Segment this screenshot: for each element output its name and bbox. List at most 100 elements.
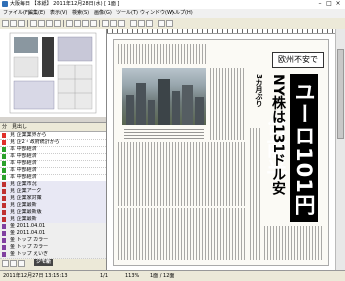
list-item-label: 見 企2・政府統計から (10, 139, 60, 145)
list-item-label: 見 企業市況 (10, 181, 37, 187)
status-zoom: 113% (125, 273, 140, 279)
page-viewer[interactable]: 欧州不安で ユーロ101円台前半 NY株は131ドル安 3カ月ぶり (107, 29, 335, 270)
list-next-icon[interactable] (10, 260, 17, 267)
list-icon[interactable] (166, 20, 173, 27)
list-item-label: 見 企業最新 (10, 216, 37, 222)
list-item-label: 見 企業最新 (10, 202, 37, 208)
category-marker-icon (2, 224, 6, 229)
article-text-lead (250, 128, 260, 260)
grid-icon[interactable] (158, 20, 165, 27)
close-button[interactable]: × (334, 1, 342, 7)
fit-page-icon[interactable] (82, 20, 89, 27)
status-bar: 2011年12月27日 13:15:13 1/1 113% 1面 / 12面 (0, 270, 345, 281)
article-text-tail (264, 226, 322, 260)
vertical-scrollbar[interactable] (335, 29, 345, 270)
menu-view[interactable]: 表示(V) (50, 10, 67, 17)
zoom-in-icon[interactable] (66, 20, 73, 27)
list-item-label: 見 企業業界から (10, 132, 47, 138)
open-icon[interactable] (2, 20, 9, 27)
list-item-label: 本 中部経済 (10, 153, 37, 159)
list-prev-icon[interactable] (2, 260, 9, 267)
article-text-top (118, 44, 206, 64)
category-marker-icon (2, 203, 6, 208)
list-item-label: 金 2011.04.01 (10, 230, 46, 236)
photo-building (158, 79, 170, 125)
ruler (107, 29, 335, 34)
small-headline: 3カ月ぶり (255, 74, 263, 107)
search-icon[interactable] (118, 20, 125, 27)
list-header: 分 見出し (0, 123, 106, 132)
list-item-label: 本 中部経済 (10, 167, 37, 173)
minimize-button[interactable]: – (316, 1, 324, 7)
print-icon[interactable] (18, 20, 25, 27)
menu-image[interactable]: 画像(G) (94, 10, 112, 17)
menu-tools[interactable]: ツール(T) (116, 10, 138, 17)
clip-icon[interactable] (110, 20, 117, 27)
last-page-icon[interactable] (54, 20, 61, 27)
status-timestamp: 2011年12月27日 13:15:13 (3, 273, 68, 279)
back-icon[interactable] (30, 20, 37, 27)
list-item-label: 金 トップ カラー (10, 237, 49, 243)
list-item-label: 本 中部経済 (10, 146, 37, 152)
article-text-right (210, 68, 246, 140)
category-marker-icon (2, 175, 6, 180)
category-marker-icon (2, 231, 6, 236)
category-marker-icon (2, 154, 6, 159)
photo-caption (124, 127, 204, 139)
list-item-label: 本 中部経済 (10, 174, 37, 180)
category-marker-icon (2, 133, 6, 138)
forward-icon[interactable] (38, 20, 45, 27)
toolbar-separator (63, 20, 64, 27)
status-count: 1/1 (100, 273, 109, 279)
photo-building (136, 83, 146, 125)
menu-help[interactable]: ヘルプ(H) (170, 10, 193, 17)
toolbar-separator (27, 20, 28, 27)
header-category[interactable]: 分 (2, 124, 7, 130)
toolbar-separator (99, 20, 100, 27)
page-layout-diagram (9, 32, 97, 114)
category-marker-icon (2, 168, 6, 173)
menu-file[interactable]: ファイル(F) (3, 10, 30, 17)
list-item[interactable]: 金 トップ えいぎ (0, 251, 106, 259)
zoom-out-icon[interactable] (74, 20, 81, 27)
maximize-button[interactable]: □ (325, 1, 333, 7)
list-settings-icon[interactable] (18, 260, 25, 267)
category-marker-icon (2, 189, 6, 194)
list-item-label: 金 トップ えいぎ (10, 251, 49, 257)
first-page-icon[interactable] (46, 20, 53, 27)
header-headline[interactable]: 見出し (12, 124, 27, 130)
rotate-icon[interactable] (130, 20, 137, 27)
list-item-label: 見 企業アーク (10, 188, 42, 194)
list-item-label: 金 2011.04.01 (10, 223, 46, 229)
save-icon[interactable] (10, 20, 17, 27)
category-marker-icon (2, 210, 6, 215)
category-marker-icon (2, 245, 6, 250)
category-marker-icon (2, 147, 6, 152)
menu-edit[interactable]: 編集(E) (28, 10, 45, 17)
main-headline: ユーロ101円台前半 (264, 74, 318, 222)
article-text-bottom (118, 208, 246, 260)
hand-icon[interactable] (146, 20, 153, 27)
newspaper-page[interactable]: 欧州不安で ユーロ101円台前半 NY株は131ドル安 3カ月ぶり (113, 39, 329, 266)
fit-width-icon[interactable] (90, 20, 97, 27)
category-marker-icon (2, 182, 6, 187)
article-text-middle (118, 142, 246, 206)
menu-window[interactable]: ウィンドウ(W) (140, 10, 174, 17)
category-marker-icon (2, 161, 6, 166)
publisher-logo: ジモ新 (34, 258, 54, 266)
copy-icon[interactable] (102, 20, 109, 27)
category-marker-icon (2, 217, 6, 222)
category-marker-icon (2, 140, 6, 145)
menu-search[interactable]: 検索(S) (72, 10, 89, 17)
window-title: 大阪毎日 【本紙】 2011年12月28日(水) [ 1面 ] (10, 1, 120, 7)
list-item-label: 本 中部経済 (10, 160, 37, 166)
news-photo[interactable] (122, 68, 206, 125)
kicker-headline: 欧州不安で (272, 52, 324, 68)
select-icon[interactable] (138, 20, 145, 27)
app-icon (2, 1, 8, 7)
page-thumbnail[interactable] (0, 29, 106, 118)
left-pane: 分 見出し ジモ新 見 企業業界から見 企2・政府統計から本 中部経済本 中部経… (0, 29, 107, 270)
photo-building (148, 100, 155, 125)
scroll-thumb[interactable] (337, 49, 344, 139)
photo-building (172, 91, 180, 125)
